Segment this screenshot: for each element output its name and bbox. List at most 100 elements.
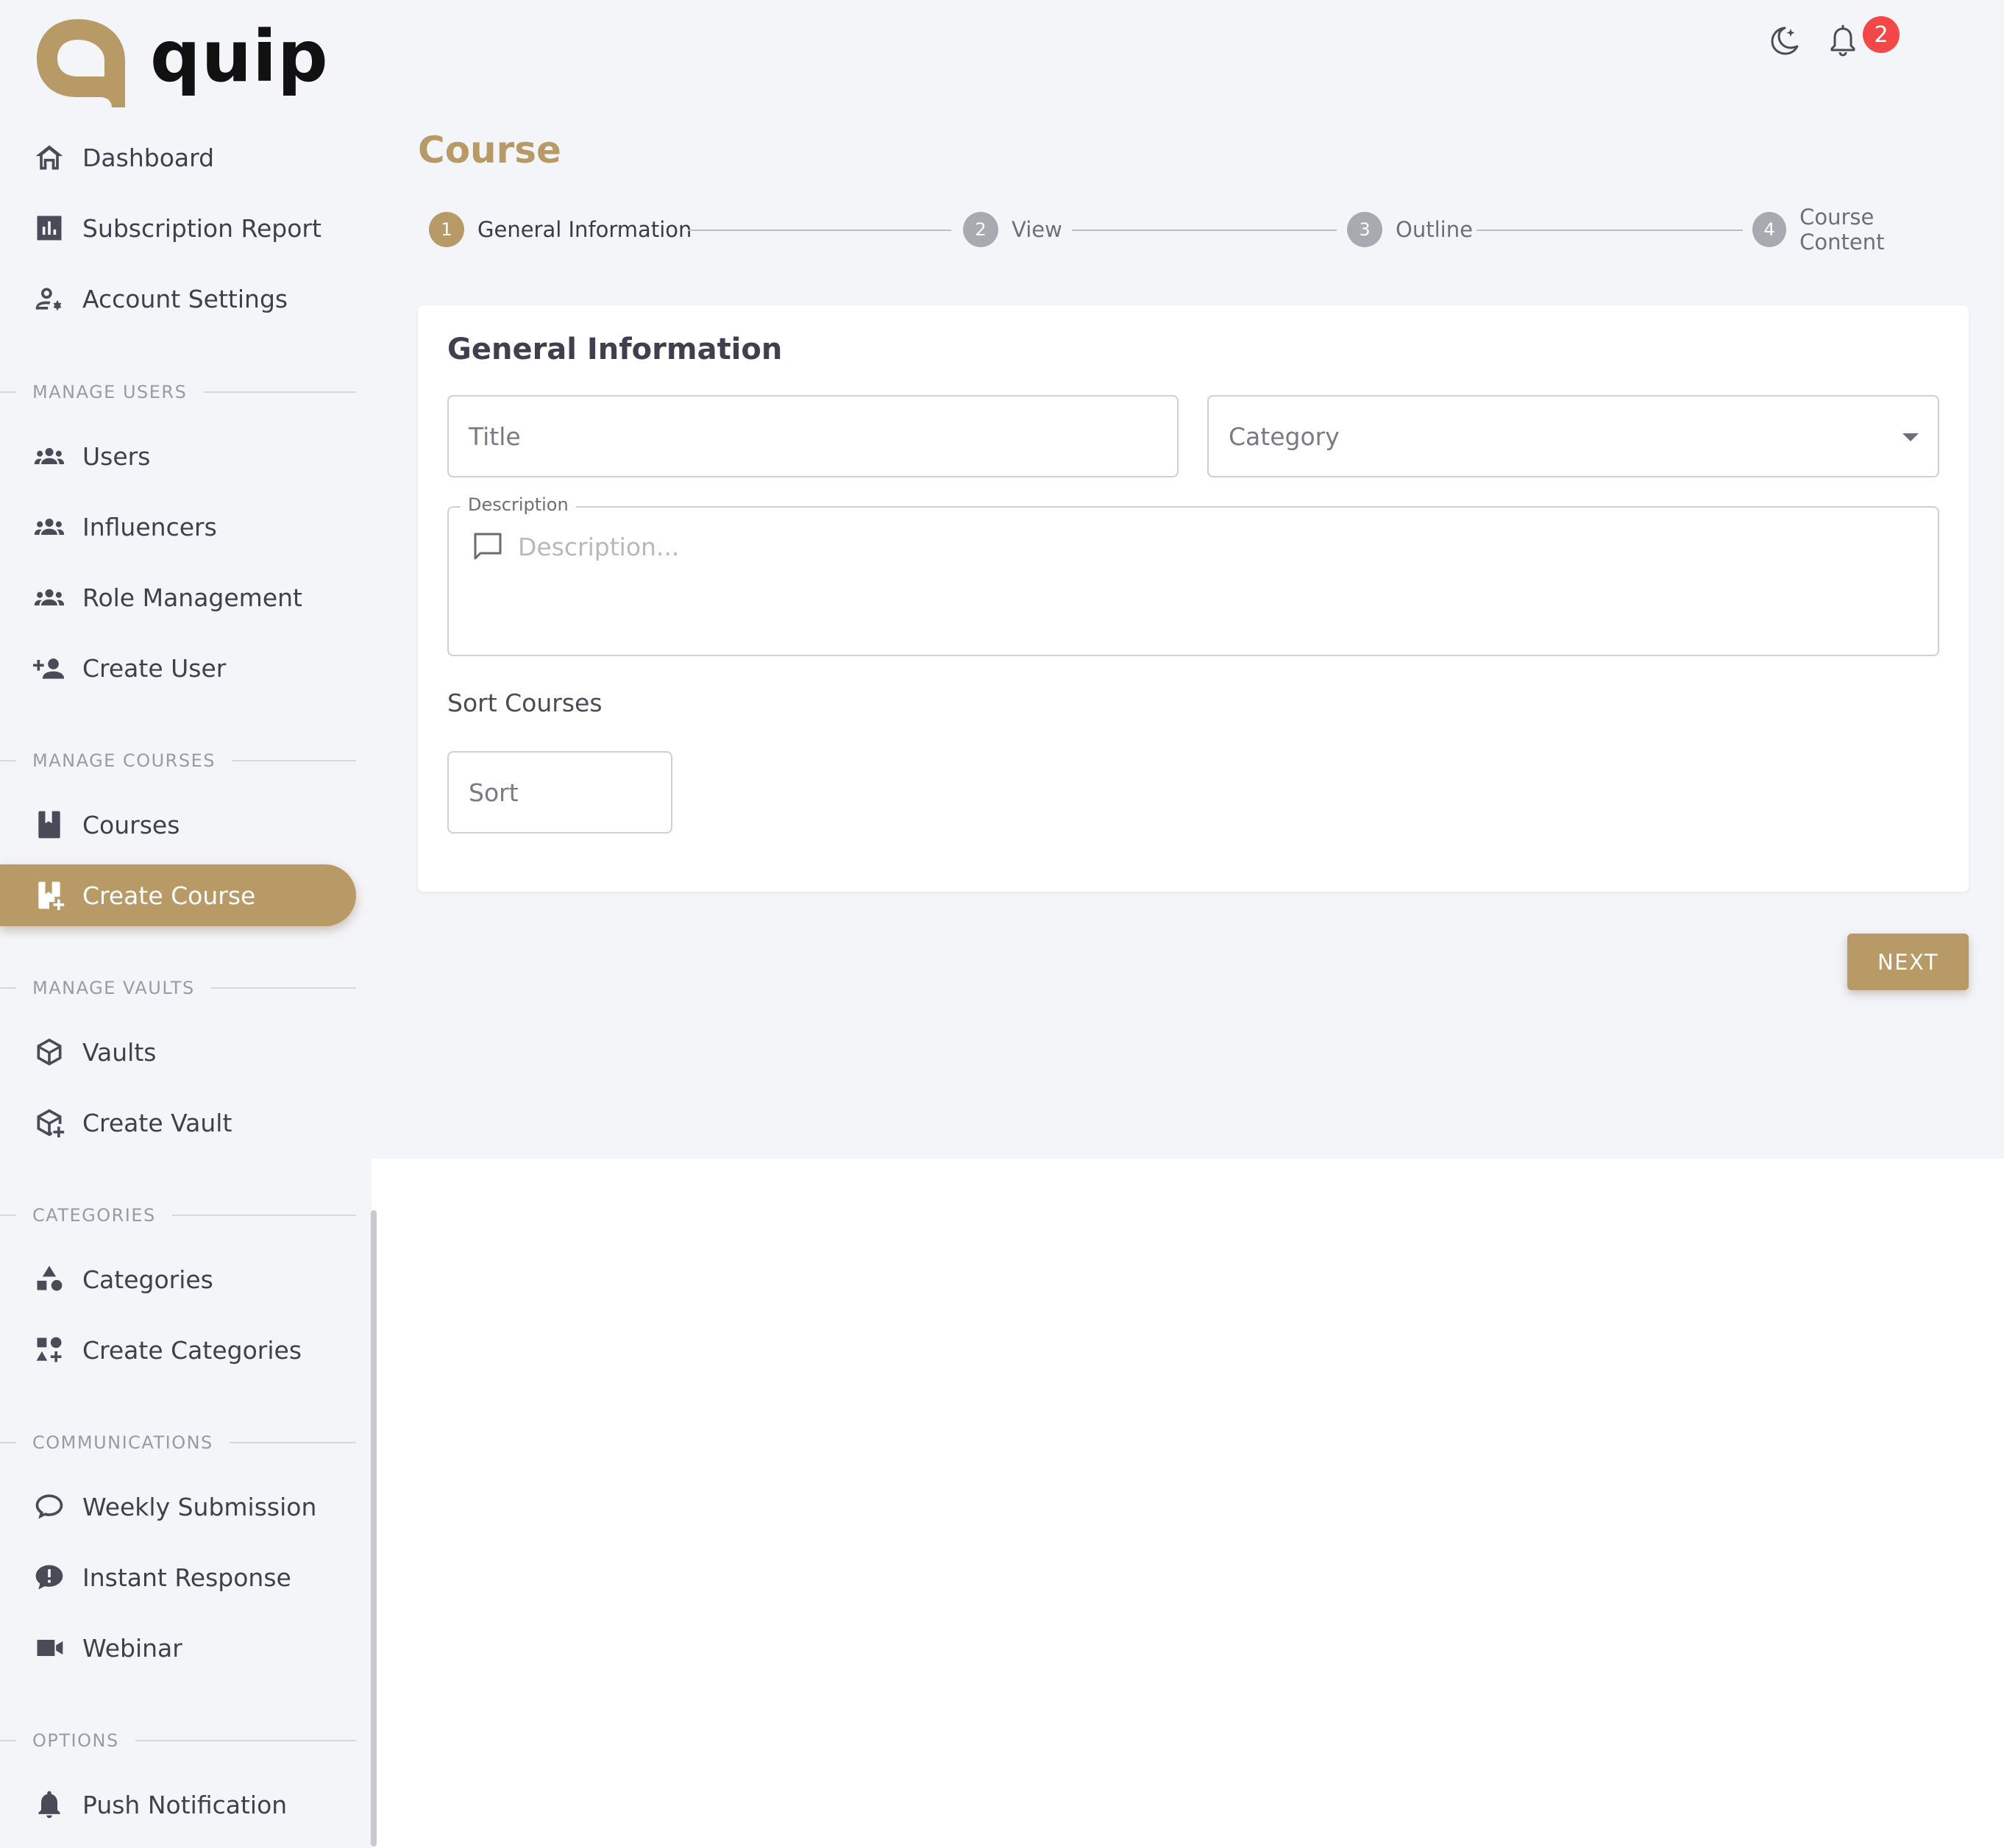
- sidebar-item-instant-response[interactable]: Instant Response: [0, 1546, 356, 1608]
- header-actions: 2: [1766, 16, 1900, 62]
- sidebar-item-label: Users: [82, 441, 151, 471]
- chat-bubble-icon: [32, 1490, 66, 1524]
- next-button[interactable]: NEXT: [1847, 934, 1969, 990]
- sidebar-item-webinar[interactable]: Webinar: [0, 1617, 356, 1679]
- add-cube-icon: [32, 1106, 66, 1140]
- step-number: 4: [1752, 212, 1787, 247]
- description-placeholder: Description...: [518, 532, 680, 561]
- shapes-icon: [32, 1262, 66, 1296]
- group-icon: [32, 439, 66, 473]
- card-title: General Information: [447, 333, 783, 366]
- sidebar-item-label: Role Management: [82, 583, 302, 612]
- quip-logo-icon: [37, 19, 125, 107]
- sidebar-item-users[interactable]: Users: [0, 425, 356, 487]
- category-select[interactable]: Category: [1207, 395, 1939, 477]
- cube-icon: [32, 1035, 66, 1069]
- step-number: 2: [963, 212, 998, 247]
- section-manage-vaults: MANAGE VAULTS: [0, 977, 356, 999]
- section-manage-courses: MANAGE COURSES: [0, 750, 356, 772]
- sidebar-item-create-user[interactable]: Create User: [0, 637, 356, 699]
- app-logo[interactable]: quip: [32, 15, 329, 107]
- step-label: View: [1012, 217, 1062, 242]
- category-placeholder: Category: [1229, 422, 1340, 451]
- sidebar-item-label: Influencers: [82, 512, 217, 541]
- step-connector: [688, 230, 951, 231]
- sidebar-item-courses[interactable]: Courses: [0, 794, 356, 856]
- step-outline[interactable]: 3 Outline: [1347, 211, 1473, 248]
- step-view[interactable]: 2 View: [963, 211, 1062, 248]
- description-textarea[interactable]: Description Description...: [447, 494, 1939, 656]
- sort-input[interactable]: Sort: [447, 751, 672, 834]
- page-title: Course: [418, 129, 561, 171]
- sidebar-item-label: Webinar: [82, 1633, 182, 1663]
- add-shapes-icon: [32, 1333, 66, 1367]
- sort-placeholder: Sort: [469, 778, 519, 807]
- logo-wordmark: quip: [150, 15, 329, 98]
- moon-stars-icon: [1771, 26, 1799, 55]
- sidebar-item-create-categories[interactable]: Create Categories: [0, 1319, 356, 1381]
- sidebar-item-weekly-submission[interactable]: Weekly Submission: [0, 1476, 356, 1538]
- sidebar-item-label: Subscription Report: [82, 213, 321, 243]
- sidebar-item-label: Account Settings: [82, 284, 288, 313]
- sidebar-item-categories[interactable]: Categories: [0, 1248, 356, 1310]
- sidebar-item-label: Weekly Submission: [82, 1492, 317, 1521]
- sidebar-item-label: Create User: [82, 653, 227, 683]
- step-course-content[interactable]: 4 Course Content: [1752, 205, 1959, 255]
- sidebar-item-role-management[interactable]: Role Management: [0, 566, 356, 628]
- description-label: Description: [461, 494, 576, 515]
- step-general-information[interactable]: 1 General Information: [429, 211, 692, 248]
- sidebar-item-label: Categories: [82, 1265, 213, 1294]
- step-number: 1: [429, 212, 464, 247]
- user-settings-icon: [32, 282, 66, 316]
- bell-outline-icon: [1830, 25, 1855, 57]
- bar-chart-icon: [32, 211, 66, 245]
- sidebar-item-label: Push Notification: [82, 1790, 288, 1819]
- dark-mode-toggle[interactable]: [1766, 22, 1802, 62]
- alert-bubble-icon: [32, 1560, 66, 1594]
- sidebar-item-label: Create Course: [82, 881, 256, 910]
- add-user-icon: [32, 651, 66, 685]
- comment-icon: [474, 533, 502, 560]
- sidebar-item-label: Create Vault: [82, 1108, 232, 1137]
- home-icon: [32, 141, 66, 174]
- section-communications: COMMUNICATIONS: [0, 1432, 356, 1454]
- sidebar-item-subscription-report[interactable]: Subscription Report: [0, 197, 356, 259]
- sidebar-item-label: Dashboard: [82, 143, 215, 172]
- title-placeholder: Title: [469, 422, 521, 451]
- sidebar: quip Dashboard Subscription Report Accou…: [0, 0, 372, 1848]
- sidebar-item-account-settings[interactable]: Account Settings: [0, 268, 356, 330]
- step-connector: [1477, 230, 1743, 231]
- book-icon: [32, 808, 66, 842]
- dropdown-arrow-icon: [1902, 433, 1919, 441]
- step-label: Outline: [1396, 217, 1473, 242]
- step-connector: [1072, 230, 1337, 231]
- sidebar-item-vaults[interactable]: Vaults: [0, 1021, 356, 1083]
- sidebar-item-label: Instant Response: [82, 1563, 291, 1592]
- title-input[interactable]: Title: [447, 395, 1179, 477]
- general-information-card: General Information Title Category Descr…: [418, 305, 1969, 892]
- notification-count-badge: 2: [1863, 16, 1900, 53]
- sidebar-scrollbar[interactable]: [371, 1210, 377, 1847]
- section-options: OPTIONS: [0, 1730, 356, 1752]
- sidebar-item-label: Create Categories: [82, 1335, 302, 1365]
- notifications-button[interactable]: 2: [1824, 16, 1900, 62]
- sort-courses-label: Sort Courses: [447, 689, 603, 717]
- section-categories: CATEGORIES: [0, 1204, 356, 1226]
- sidebar-item-create-course[interactable]: Create Course: [0, 864, 356, 926]
- step-label: General Information: [477, 217, 692, 242]
- sidebar-item-create-vault[interactable]: Create Vault: [0, 1092, 356, 1154]
- group-icon: [32, 510, 66, 544]
- group-icon: [32, 580, 66, 614]
- add-book-icon: [32, 878, 66, 912]
- video-camera-icon: [32, 1631, 66, 1665]
- sidebar-item-label: Courses: [82, 810, 180, 839]
- sidebar-item-push-notification[interactable]: Push Notification: [0, 1774, 356, 1835]
- section-manage-users: MANAGE USERS: [0, 381, 356, 403]
- step-number: 3: [1347, 212, 1382, 247]
- bell-icon: [32, 1788, 66, 1822]
- course-stepper: 1 General Information 2 View 3 Outline 4…: [429, 205, 1959, 255]
- sidebar-item-label: Vaults: [82, 1037, 157, 1067]
- sidebar-item-influencers[interactable]: Influencers: [0, 496, 356, 558]
- step-label: Course Content: [1799, 205, 1885, 255]
- sidebar-item-dashboard[interactable]: Dashboard: [0, 127, 356, 188]
